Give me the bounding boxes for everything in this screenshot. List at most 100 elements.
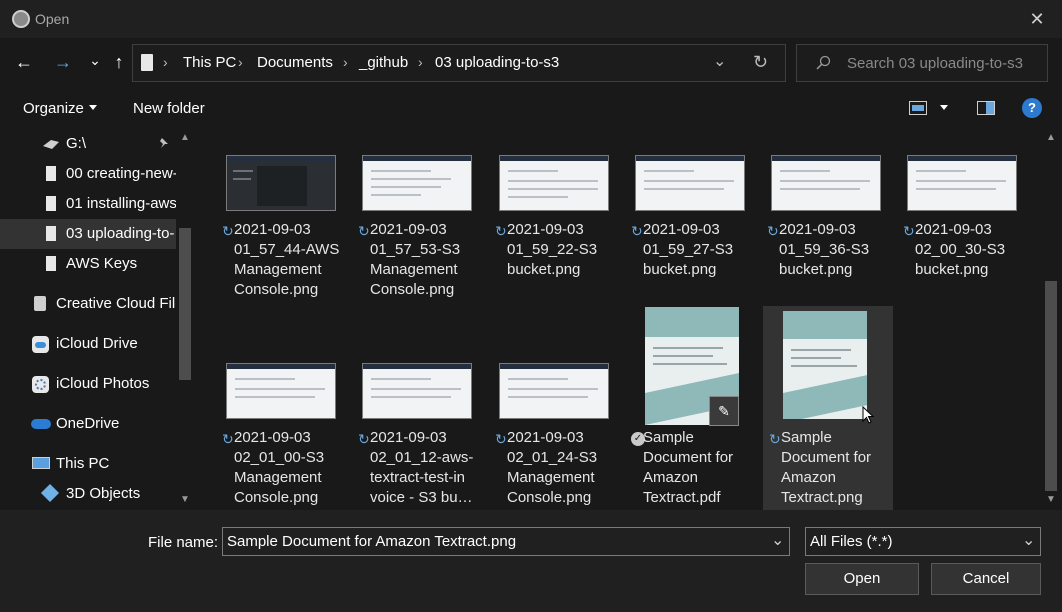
file-item[interactable]: ↻ 2021-09-03 01_59_22-S3 bucket.png <box>489 148 619 308</box>
sidebar-item-00-creating-new[interactable]: 00 creating-new- <box>0 159 176 189</box>
dialog-footer <box>0 510 1062 612</box>
sidebar-item-this-pc[interactable]: This PC <box>0 449 176 479</box>
sidebar-item-aws-keys[interactable]: AWS Keys <box>0 249 176 279</box>
new-folder-button[interactable]: New folder <box>133 100 205 117</box>
sidebar-item-label: G:\ <box>66 135 87 152</box>
change-view-icon[interactable] <box>909 101 927 115</box>
sidebar-item-label: iCloud Photos <box>56 375 150 392</box>
breadcrumb-github[interactable]: _github <box>359 54 408 71</box>
breadcrumb-separator: › <box>343 54 348 70</box>
file-item[interactable]: ↻ 2021-09-03 02_01_00-S3 Management Cons… <box>216 306 346 510</box>
search-icon <box>816 55 831 70</box>
icloud-drive-icon <box>32 336 49 353</box>
organize-chevron-icon <box>89 105 97 110</box>
file-thumbnail <box>499 363 609 419</box>
preview-pane-icon[interactable] <box>977 101 995 115</box>
file-name-field[interactable]: Sample Document for Amazon Textract.png … <box>222 527 790 556</box>
refresh-icon[interactable]: ↻ <box>753 52 768 73</box>
file-thumbnail <box>771 155 881 211</box>
onedrive-icon <box>31 419 51 429</box>
sidebar-item-label: Creative Cloud File <box>56 295 176 312</box>
pdf-icon: ✎ <box>709 396 739 426</box>
sidebar-item-label: iCloud Drive <box>56 335 138 352</box>
this-pc-icon <box>32 457 50 469</box>
file-name: 2021-09-03 02_01_00-S3 Management Consol… <box>234 429 325 506</box>
creative-cloud-icon <box>34 296 46 311</box>
breadcrumb-this-pc[interactable]: This PC <box>183 54 236 71</box>
file-type-value: All Files (*.*) <box>810 533 893 550</box>
file-item[interactable]: ↻ 2021-09-03 01_59_36-S3 bucket.png <box>761 148 891 308</box>
title-bar: Open ✕ <box>0 0 1062 38</box>
back-arrow-icon[interactable]: ← <box>13 51 35 73</box>
file-name: 2021-09-03 02_01_12-aws- textract-test-i… <box>370 429 474 506</box>
file-item[interactable]: ↻ 2021-09-03 02_00_30-S3 bucket.png <box>897 148 1027 308</box>
sidebar-item-3d-objects[interactable]: 3D Objects <box>0 479 176 509</box>
close-icon[interactable]: ✕ <box>1022 4 1052 34</box>
open-button[interactable]: Open <box>805 563 919 595</box>
mouse-cursor-icon <box>862 406 874 424</box>
cancel-button[interactable]: Cancel <box>931 563 1041 595</box>
breadcrumb-current-folder[interactable]: 03 uploading-to-s3 <box>435 54 559 71</box>
breadcrumb-separator: › <box>163 54 168 70</box>
file-item[interactable]: ↻ 2021-09-03 01_59_27-S3 bucket.png <box>625 148 755 308</box>
file-name: Sample Document for Amazon Textract.png <box>781 429 872 506</box>
address-bar[interactable]: › This PC › Documents › _github › 03 upl… <box>132 44 786 82</box>
up-arrow-icon[interactable]: ↑ <box>108 51 130 73</box>
file-name: 2021-09-03 01_57_44-AWS Management Conso… <box>234 221 340 298</box>
view-options-chevron-icon[interactable] <box>940 105 948 110</box>
sidebar-scroll-thumb[interactable] <box>179 228 191 380</box>
search-input[interactable]: Search 03 uploading-to-s3 <box>847 55 1023 72</box>
file-name-value[interactable]: Sample Document for Amazon Textract.png <box>227 533 516 550</box>
file-item[interactable]: ↻ 2021-09-03 01_57_44-AWS Management Con… <box>216 148 346 308</box>
sidebar-item-icloud-drive[interactable]: iCloud Drive <box>0 329 176 359</box>
pin-icon[interactable] <box>158 137 170 149</box>
organize-button[interactable]: Organize <box>23 100 84 117</box>
scroll-down-icon[interactable]: ▼ <box>1046 494 1056 505</box>
sidebar-item-icloud-photos[interactable]: iCloud Photos <box>0 369 176 399</box>
recent-locations-chevron-icon[interactable]: ⌄ <box>84 49 106 71</box>
scroll-down-icon[interactable]: ▼ <box>180 494 190 505</box>
file-name: 2021-09-03 01_57_53-S3 Management Consol… <box>370 221 461 298</box>
file-thumbnail <box>499 155 609 211</box>
file-type-select[interactable]: All Files (*.*) ⌄ <box>805 527 1041 556</box>
drive-icon <box>43 140 59 149</box>
sidebar-item-label: AWS Keys <box>66 255 138 272</box>
file-thumbnail <box>362 363 472 419</box>
file-thumbnail <box>907 155 1017 211</box>
scroll-up-icon[interactable]: ▲ <box>1046 132 1056 143</box>
file-name: 2021-09-03 01_59_36-S3 bucket.png <box>779 221 870 278</box>
breadcrumb-documents[interactable]: Documents <box>257 54 333 71</box>
window-title: Open <box>35 11 70 27</box>
sidebar-item-onedrive[interactable]: OneDrive <box>0 409 176 439</box>
sidebar-item-label: 00 creating-new- <box>66 165 176 182</box>
file-item[interactable]: ↻ 2021-09-03 01_57_53-S3 Management Cons… <box>352 148 482 308</box>
folder-icon <box>46 256 56 271</box>
file-item[interactable]: ↻ 2021-09-03 02_01_24-S3 Management Cons… <box>489 306 619 510</box>
file-thumbnail <box>362 155 472 211</box>
search-box[interactable]: Search 03 uploading-to-s3 <box>796 44 1048 82</box>
file-type-dropdown-icon[interactable]: ⌄ <box>1022 530 1035 550</box>
file-item[interactable]: ✎ ✓ Sample Document for Amazon Textract.… <box>625 306 755 510</box>
document-icon <box>141 54 153 71</box>
file-name: Sample Document for Amazon Textract.pdf <box>643 429 734 506</box>
forward-arrow-icon[interactable]: → <box>52 51 74 73</box>
file-name: 2021-09-03 02_01_24-S3 Management Consol… <box>507 429 598 506</box>
folder-icon <box>46 226 56 241</box>
sidebar-item-g-drive[interactable]: G:\ <box>0 129 176 159</box>
file-thumbnail <box>635 155 745 211</box>
address-dropdown-icon[interactable]: ⌄ <box>713 51 726 71</box>
sidebar-item-label: 03 uploading-to- <box>66 225 175 242</box>
file-thumbnail <box>226 363 336 419</box>
file-thumbnail <box>783 311 867 419</box>
sidebar-item-creative-cloud-files[interactable]: Creative Cloud File <box>0 289 176 319</box>
sidebar-item-03-uploading-to[interactable]: 03 uploading-to- <box>0 219 176 249</box>
help-icon[interactable]: ? <box>1022 98 1042 118</box>
file-name-dropdown-icon[interactable]: ⌄ <box>771 530 784 550</box>
sidebar-item-label: 01 installing-aws <box>66 195 176 212</box>
file-list-scroll-thumb[interactable] <box>1045 281 1057 491</box>
3d-objects-icon <box>40 483 60 503</box>
scroll-up-icon[interactable]: ▲ <box>180 132 190 143</box>
sidebar-item-01-installing-aws[interactable]: 01 installing-aws <box>0 189 176 219</box>
file-item[interactable]: ↻ 2021-09-03 02_01_12-aws- textract-test… <box>352 306 482 510</box>
file-name-label: File name: <box>148 534 219 551</box>
